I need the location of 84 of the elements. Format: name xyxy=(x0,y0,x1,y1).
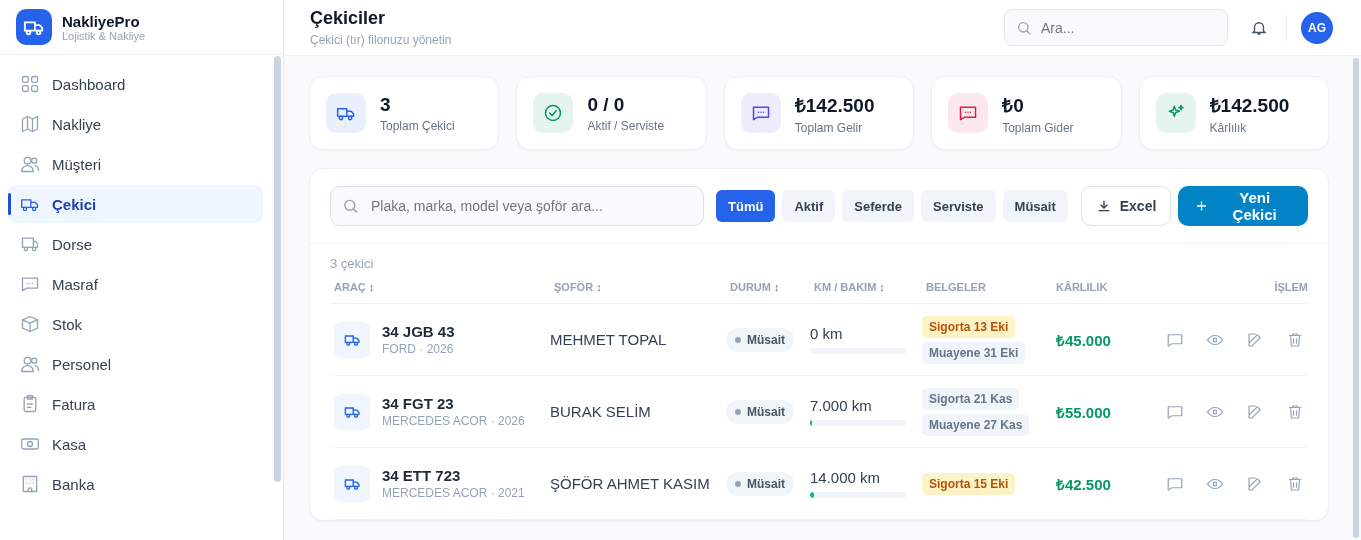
sidebar-item[interactable]: Çekici xyxy=(8,185,263,223)
column-header: KÂRLILIK xyxy=(1056,281,1108,293)
km-value: 14.000 km xyxy=(810,469,882,486)
brand-tagline: Lojistik & Nakliye xyxy=(62,29,146,42)
truck-icon xyxy=(334,393,370,430)
stat-value: 3 xyxy=(380,93,392,116)
stat-value: ₺142.500 xyxy=(794,93,875,118)
km-value: 0 km xyxy=(810,325,844,342)
box-icon xyxy=(20,314,40,334)
vehicle-model: MERCEDES ACOR · 2026 xyxy=(382,414,525,428)
plate-number: 34 FGT 23 xyxy=(382,395,455,412)
edit-icon[interactable] xyxy=(1246,402,1264,421)
sort-icon[interactable]: ↕ xyxy=(596,281,602,293)
stat-value: ₺142.500 xyxy=(1209,93,1290,118)
stat-label: Toplam Gelir xyxy=(794,120,864,135)
sidebar-item[interactable]: Dorse xyxy=(8,225,263,263)
sidebar-item[interactable]: Personel xyxy=(8,345,263,383)
stat-label: Aktif / Serviste xyxy=(587,118,665,133)
search-field[interactable]: Ara... xyxy=(1004,9,1228,46)
document-badge: Sigorta 13 Eki xyxy=(922,315,1016,338)
scrollbar[interactable] xyxy=(1353,58,1359,538)
building-icon xyxy=(20,474,40,494)
sidebar-item[interactable]: Dashboard xyxy=(8,65,263,103)
edit-icon[interactable] xyxy=(1246,474,1264,493)
status-badge: Müsait xyxy=(726,327,794,352)
delete-icon[interactable] xyxy=(1286,402,1304,421)
truck-icon xyxy=(334,465,370,502)
profit-value: ₺42.500 xyxy=(1055,474,1112,494)
excel-button[interactable]: Excel xyxy=(1080,186,1172,226)
sidebar-item[interactable]: Müşteri xyxy=(8,145,263,183)
driver-name: BURAK SELİM xyxy=(550,403,652,420)
brand-name: NakliyePro xyxy=(62,12,141,30)
document-badge: Muayene 31 Eki xyxy=(922,341,1026,364)
sidebar-item[interactable]: Stok xyxy=(8,305,263,343)
user-avatar[interactable]: AG xyxy=(1301,11,1333,44)
users-icon xyxy=(20,354,40,374)
page-title: Çekiciler xyxy=(310,8,387,29)
vehicle-count: 3 çekici xyxy=(330,256,375,271)
scrollbar[interactable] xyxy=(274,56,281,482)
search-field[interactable]: Plaka, marka, model veya şoför ara... xyxy=(330,186,704,226)
column-header: BELGELER xyxy=(926,281,986,293)
filter-tab[interactable]: Serviste xyxy=(921,190,996,222)
status-badge: Müsait xyxy=(726,399,794,424)
page-subtitle: Çekici (tır) filonuzu yönetin xyxy=(310,33,452,47)
sidebar-item[interactable]: Banka xyxy=(8,465,263,503)
map-icon xyxy=(20,114,40,134)
stat-label: Toplam Çekici xyxy=(380,118,455,133)
delete-icon[interactable] xyxy=(1286,330,1304,349)
document-badge: Sigorta 15 Eki xyxy=(922,472,1016,495)
document-badge: Muayene 27 Kas xyxy=(922,413,1030,436)
edit-icon[interactable] xyxy=(1246,330,1264,349)
filter-tab[interactable]: Tümü xyxy=(716,190,776,222)
column-header: İŞLEM xyxy=(1274,281,1308,293)
sort-icon[interactable]: ↕ xyxy=(879,281,885,293)
driver-name: ŞÖFÖR AHMET KASIM xyxy=(550,475,711,492)
filter-tab[interactable]: Seferde xyxy=(842,190,914,222)
km-value: 7.000 km xyxy=(810,397,873,414)
driver-name: MEHMET TOPAL xyxy=(550,331,668,348)
sort-icon[interactable]: ↕ xyxy=(368,281,375,293)
document-badge: Sigorta 21 Kas xyxy=(922,387,1020,410)
new-vehicle-button[interactable]: Yeni Çekici xyxy=(1178,186,1308,226)
truck-logo-icon xyxy=(16,9,52,45)
filter-tab[interactable]: Müsait xyxy=(1002,190,1068,222)
sidebar-item[interactable]: Fatura xyxy=(8,385,263,423)
filter-tab[interactable]: Aktif xyxy=(782,190,836,222)
stat-label: Kârlılık xyxy=(1209,120,1248,135)
profit-value: ₺45.000 xyxy=(1055,330,1112,350)
plate-number: 34 JGB 43 xyxy=(382,323,455,340)
vehicle-model: MERCEDES ACOR · 2021 xyxy=(382,486,525,500)
status-badge: Müsait xyxy=(726,471,794,496)
profit-value: ₺55.000 xyxy=(1055,402,1112,422)
vehicle-model: FORD · 2026 xyxy=(382,342,455,356)
stat-value: 0 / 0 xyxy=(587,93,626,116)
truck-icon xyxy=(334,321,370,358)
delete-icon[interactable] xyxy=(1286,474,1304,493)
sidebar-item[interactable]: Masraf xyxy=(8,265,263,303)
users-icon xyxy=(20,154,40,174)
sidebar-item[interactable]: Nakliye xyxy=(8,105,263,143)
sort-icon[interactable]: ↕ xyxy=(773,281,780,293)
plate-number: 34 ETT 723 xyxy=(382,467,462,484)
stat-label: Toplam Gider xyxy=(1002,120,1074,135)
stat-value: ₺0 xyxy=(1002,93,1025,118)
grid-icon xyxy=(20,74,40,94)
sidebar-item[interactable]: Kasa xyxy=(8,425,263,463)
